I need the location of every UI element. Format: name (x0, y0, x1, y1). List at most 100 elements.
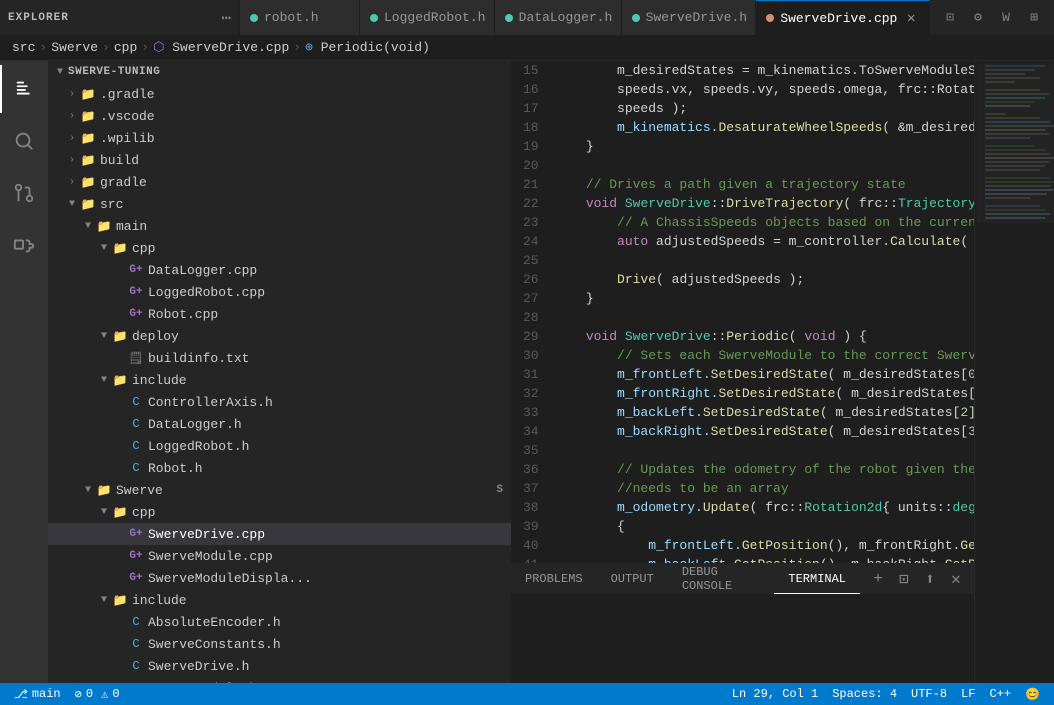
code-line-16[interactable]: speeds.vx, speeds.vy, speeds.omega, frc:… (555, 80, 974, 99)
code-line-33[interactable]: m_backLeft.SetDesiredState( m_desiredSta… (555, 403, 974, 422)
code-line-17[interactable]: speeds ); (555, 99, 974, 118)
code-line-32[interactable]: m_frontRight.SetDesiredState( m_desiredS… (555, 384, 974, 403)
code-line-24[interactable]: auto adjustedSpeeds = m_controller.Calcu… (555, 232, 974, 251)
file-swervemodule-display-cpp[interactable]: › G+ SwerveModuleDispla... (48, 567, 511, 589)
folder-include-swerve[interactable]: ▼ 📁 include (48, 589, 511, 611)
activity-source-control[interactable] (0, 169, 48, 217)
status-language[interactable]: C++ (983, 683, 1017, 705)
file-swervedrive-cpp[interactable]: › G+ SwerveDrive.cpp (48, 523, 511, 545)
file-loggedrobot-cpp[interactable]: › G+ LoggedRobot.cpp (48, 281, 511, 303)
tab-output[interactable]: OUTPUT (597, 564, 668, 594)
code-line-40[interactable]: m_frontLeft.GetPosition(), m_frontRight.… (555, 536, 974, 555)
terminal-split-button[interactable]: ⊡ (894, 569, 914, 589)
breadcrumb-src[interactable]: src (12, 40, 35, 55)
code-content[interactable]: m_desiredStates = m_kinematics.ToSwerveM… (547, 61, 974, 563)
code-line-23[interactable]: // A ChassisSpeeds objects based on the … (555, 213, 974, 232)
status-eol[interactable]: LF (955, 683, 981, 705)
folder-src[interactable]: ▼ 📁 src (48, 193, 511, 215)
file-robot-cpp[interactable]: › G+ Robot.cpp (48, 303, 511, 325)
tab-swervedrive-h[interactable]: SwerveDrive.h (622, 0, 757, 35)
code-line-41[interactable]: m_backLeft.GetPosition(), m_backRight.Ge… (555, 555, 974, 563)
file-absoluteencoder-h[interactable]: › C AbsoluteEncoder.h (48, 611, 511, 633)
tab-loggedrobot-h[interactable]: LoggedRobot.h (360, 0, 495, 35)
file-controlleraxis-h[interactable]: › C ControllerAxis.h (48, 391, 511, 413)
layout-button[interactable]: ⊞ (1022, 6, 1046, 30)
code-line-38[interactable]: m_odometry.Update( frc::Rotation2d{ unit… (555, 498, 974, 517)
file-datalogger-h[interactable]: › C DataLogger.h (48, 413, 511, 435)
folder-build[interactable]: › 📁 build (48, 149, 511, 171)
code-line-18[interactable]: m_kinematics.DesaturateWheelSpeeds( &m_d… (555, 118, 974, 137)
file-robot-h[interactable]: › C Robot.h (48, 457, 511, 479)
tab-robot-h[interactable]: robot.h (240, 0, 360, 35)
breadcrumb-file[interactable]: ⬡ SwerveDrive.cpp (153, 40, 289, 55)
tab-problems[interactable]: PROBLEMS (511, 564, 597, 594)
tab-swervedrive-cpp[interactable]: SwerveDrive.cpp ✕ (756, 0, 930, 35)
code-line-26[interactable]: Drive( adjustedSpeeds ); (555, 270, 974, 289)
code-line-36[interactable]: // Updates the odometry of the robot giv… (555, 460, 974, 479)
folder-gradle-root[interactable]: › 📁 gradle (48, 171, 511, 193)
code-line-39[interactable]: { (555, 517, 974, 536)
code-line-30[interactable]: // Sets each SwerveModule to the correct… (555, 346, 974, 365)
file-buildinfo-txt[interactable]: › 🗒 buildinfo.txt (48, 347, 511, 369)
code-line-27[interactable]: } (555, 289, 974, 308)
code-editor[interactable]: 1516171819202122232425262728293031323334… (511, 61, 974, 563)
terminal-close-button[interactable]: ✕ (946, 569, 966, 589)
file-loggedrobot-h-icon: C (128, 438, 144, 454)
split-editor-button[interactable]: ⊡ (938, 6, 962, 30)
terminal-content[interactable] (511, 594, 974, 683)
project-root[interactable]: ▼ SWERVE-TUNING (48, 61, 511, 83)
tab-terminal[interactable]: TERMINAL (774, 564, 860, 594)
code-line-22[interactable]: void SwerveDrive::DriveTrajectory( frc::… (555, 194, 974, 213)
code-line-20[interactable] (555, 156, 974, 175)
settings-button[interactable]: ⚙ (966, 6, 990, 30)
file-swervemodule-cpp[interactable]: › G+ SwerveModule.cpp (48, 545, 511, 567)
file-datalogger-h-icon: C (128, 416, 144, 432)
status-line-col[interactable]: Ln 29, Col 1 (726, 683, 824, 705)
folder-wpilib[interactable]: › 📁 .wpilib (48, 127, 511, 149)
file-swervedrive-h[interactable]: › C SwerveDrive.h (48, 655, 511, 677)
tab-datalogger-h[interactable]: DataLogger.h (495, 0, 622, 35)
file-datalogger-cpp[interactable]: › G+ DataLogger.cpp (48, 259, 511, 281)
folder-src-icon: 📁 (80, 196, 96, 212)
folder-include-main[interactable]: ▼ 📁 include (48, 369, 511, 391)
file-datalogger-cpp-icon: G+ (128, 262, 144, 278)
folder-gradle-root-label: gradle (100, 175, 147, 190)
file-loggedrobot-h[interactable]: › C LoggedRobot.h (48, 435, 511, 457)
code-line-31[interactable]: m_frontLeft.SetDesiredState( m_desiredSt… (555, 365, 974, 384)
terminal-maximize-button[interactable]: ⬆ (920, 569, 940, 589)
status-encoding[interactable]: UTF-8 (905, 683, 953, 705)
code-line-25[interactable] (555, 251, 974, 270)
code-line-29[interactable]: void SwerveDrive::Periodic( void ) { (555, 327, 974, 346)
activity-search[interactable] (0, 117, 48, 165)
breadcrumb-function[interactable]: ⊕ Periodic(void) (305, 40, 430, 55)
code-line-28[interactable] (555, 308, 974, 327)
file-datalogger-cpp-label: DataLogger.cpp (148, 263, 257, 278)
code-line-34[interactable]: m_backRight.SetDesiredState( m_desiredSt… (555, 422, 974, 441)
code-line-19[interactable]: } (555, 137, 974, 156)
folder-cpp-swerve[interactable]: ▼ 📁 cpp (48, 501, 511, 523)
activity-extensions[interactable] (0, 221, 48, 269)
account-button[interactable]: W (994, 6, 1018, 30)
folder-deploy[interactable]: ▼ 📁 deploy (48, 325, 511, 347)
status-errors[interactable]: ⊘ 0 ⚠ 0 (69, 683, 126, 705)
new-terminal-button[interactable]: + (868, 569, 888, 589)
tab-close-swervedrive-cpp[interactable]: ✕ (903, 9, 919, 27)
code-line-35[interactable] (555, 441, 974, 460)
code-line-37[interactable]: //needs to be an array (555, 479, 974, 498)
explorer-more-button[interactable]: ⋯ (221, 8, 231, 28)
folder-swerve[interactable]: ▼ 📁 Swerve S (48, 479, 511, 501)
tab-debug-console[interactable]: DEBUG CONSOLE (668, 564, 775, 594)
status-branch[interactable]: ⎇ main (8, 683, 67, 705)
breadcrumb-cpp[interactable]: cpp (114, 40, 137, 55)
file-swerveconstants-h[interactable]: › C SwerveConstants.h (48, 633, 511, 655)
status-spaces[interactable]: Spaces: 4 (826, 683, 903, 705)
folder-cpp-main[interactable]: ▼ 📁 cpp (48, 237, 511, 259)
code-line-15[interactable]: m_desiredStates = m_kinematics.ToSwerveM… (555, 61, 974, 80)
folder-vscode[interactable]: › 📁 .vscode (48, 105, 511, 127)
status-feedback[interactable]: 😊 (1019, 683, 1046, 705)
breadcrumb-swerve[interactable]: Swerve (51, 40, 98, 55)
folder-gradle[interactable]: › 📁 .gradle (48, 83, 511, 105)
activity-explorer[interactable] (0, 65, 48, 113)
code-line-21[interactable]: // Drives a path given a trajectory stat… (555, 175, 974, 194)
folder-main[interactable]: ▼ 📁 main (48, 215, 511, 237)
